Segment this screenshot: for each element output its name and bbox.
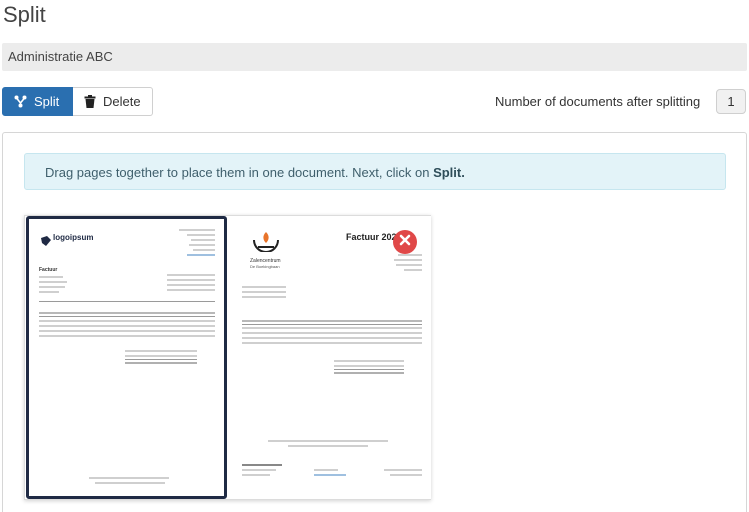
document-count-badge: 1	[716, 89, 746, 114]
table-row	[242, 342, 422, 344]
footer-line	[242, 469, 276, 471]
split-button[interactable]: Split	[2, 87, 73, 116]
split-button-label: Split	[34, 94, 60, 109]
recipient-line	[394, 259, 422, 261]
sender-line	[191, 239, 215, 241]
delete-button[interactable]: Delete	[73, 87, 153, 116]
invoice-meta-line	[242, 286, 286, 288]
sender-line	[187, 234, 215, 236]
sender-line	[193, 249, 215, 251]
footer-line	[95, 482, 165, 484]
invoice-meta-line	[242, 291, 286, 293]
sender-line	[189, 244, 215, 246]
table-row	[39, 330, 215, 332]
invoice-meta-line	[242, 296, 286, 298]
table-header	[242, 320, 422, 322]
address-line	[39, 291, 59, 293]
page-one-logo: logoipsum	[53, 233, 94, 242]
notice-line	[288, 445, 368, 447]
page-one-heading: Factuur	[39, 267, 58, 273]
address-line	[39, 286, 65, 288]
total-line	[125, 355, 197, 357]
address-line	[39, 281, 67, 283]
footer-line	[89, 477, 169, 479]
document-count-label: Number of documents after splitting	[495, 94, 701, 109]
recipient-line	[396, 264, 422, 266]
recipient-line	[404, 269, 422, 271]
info-text: Drag pages together to place them in one…	[45, 165, 434, 180]
recipient-line	[398, 254, 422, 256]
table-row	[39, 320, 215, 322]
administration-bar: Administratie ABC	[2, 43, 747, 71]
address-line	[39, 276, 63, 278]
table-row	[242, 327, 422, 329]
remove-page-icon	[399, 233, 411, 251]
logo-icon	[41, 233, 51, 251]
page-thumbnail-2[interactable]: Zalencentrum De Boekingbaan Factuur 202	[228, 216, 431, 499]
page-thumbnail-1[interactable]: logoipsum Factuur	[26, 216, 227, 499]
invoice-meta-line	[167, 279, 215, 281]
sender-line	[187, 254, 215, 256]
toolbar: Split Delete	[2, 87, 153, 116]
footer-line	[314, 474, 346, 476]
invoice-meta-line	[167, 274, 215, 276]
notice-line	[268, 440, 388, 442]
split-icon	[14, 95, 27, 108]
footer-line	[384, 469, 422, 471]
footer-line	[242, 464, 282, 466]
page-title: Split	[3, 2, 46, 27]
divider	[39, 301, 215, 302]
trash-icon	[84, 95, 96, 108]
footer-line	[314, 469, 338, 471]
sender-line	[179, 229, 215, 231]
flame-logo-icon	[252, 230, 280, 257]
total-line	[125, 350, 197, 352]
table-row	[39, 335, 215, 337]
table-row	[242, 332, 422, 334]
footer-line	[242, 474, 270, 476]
invoice-meta-line	[167, 289, 215, 291]
total-line	[334, 360, 404, 362]
info-message: Drag pages together to place them in one…	[24, 153, 726, 190]
page-two-subtitle: De Boekingbaan	[250, 264, 280, 269]
total-line	[334, 372, 404, 374]
table-row	[242, 337, 422, 339]
page-two-heading: Factuur 202	[346, 232, 397, 242]
divider	[334, 369, 404, 370]
total-line	[125, 362, 197, 364]
delete-button-label: Delete	[103, 94, 141, 109]
divider	[242, 324, 422, 325]
total-line	[334, 365, 404, 367]
pages-panel: Drag pages together to place them in one…	[2, 132, 747, 512]
table-row	[39, 325, 215, 327]
invoice-meta-line	[167, 284, 215, 286]
divider	[39, 316, 215, 317]
divider	[125, 359, 197, 360]
remove-page-button[interactable]	[393, 230, 417, 254]
table-header	[39, 312, 215, 314]
document-card[interactable]: logoipsum Factuur Zalencentrum De Boekin…	[24, 215, 431, 500]
footer-line	[390, 474, 422, 476]
info-emphasis: Split.	[433, 165, 465, 180]
